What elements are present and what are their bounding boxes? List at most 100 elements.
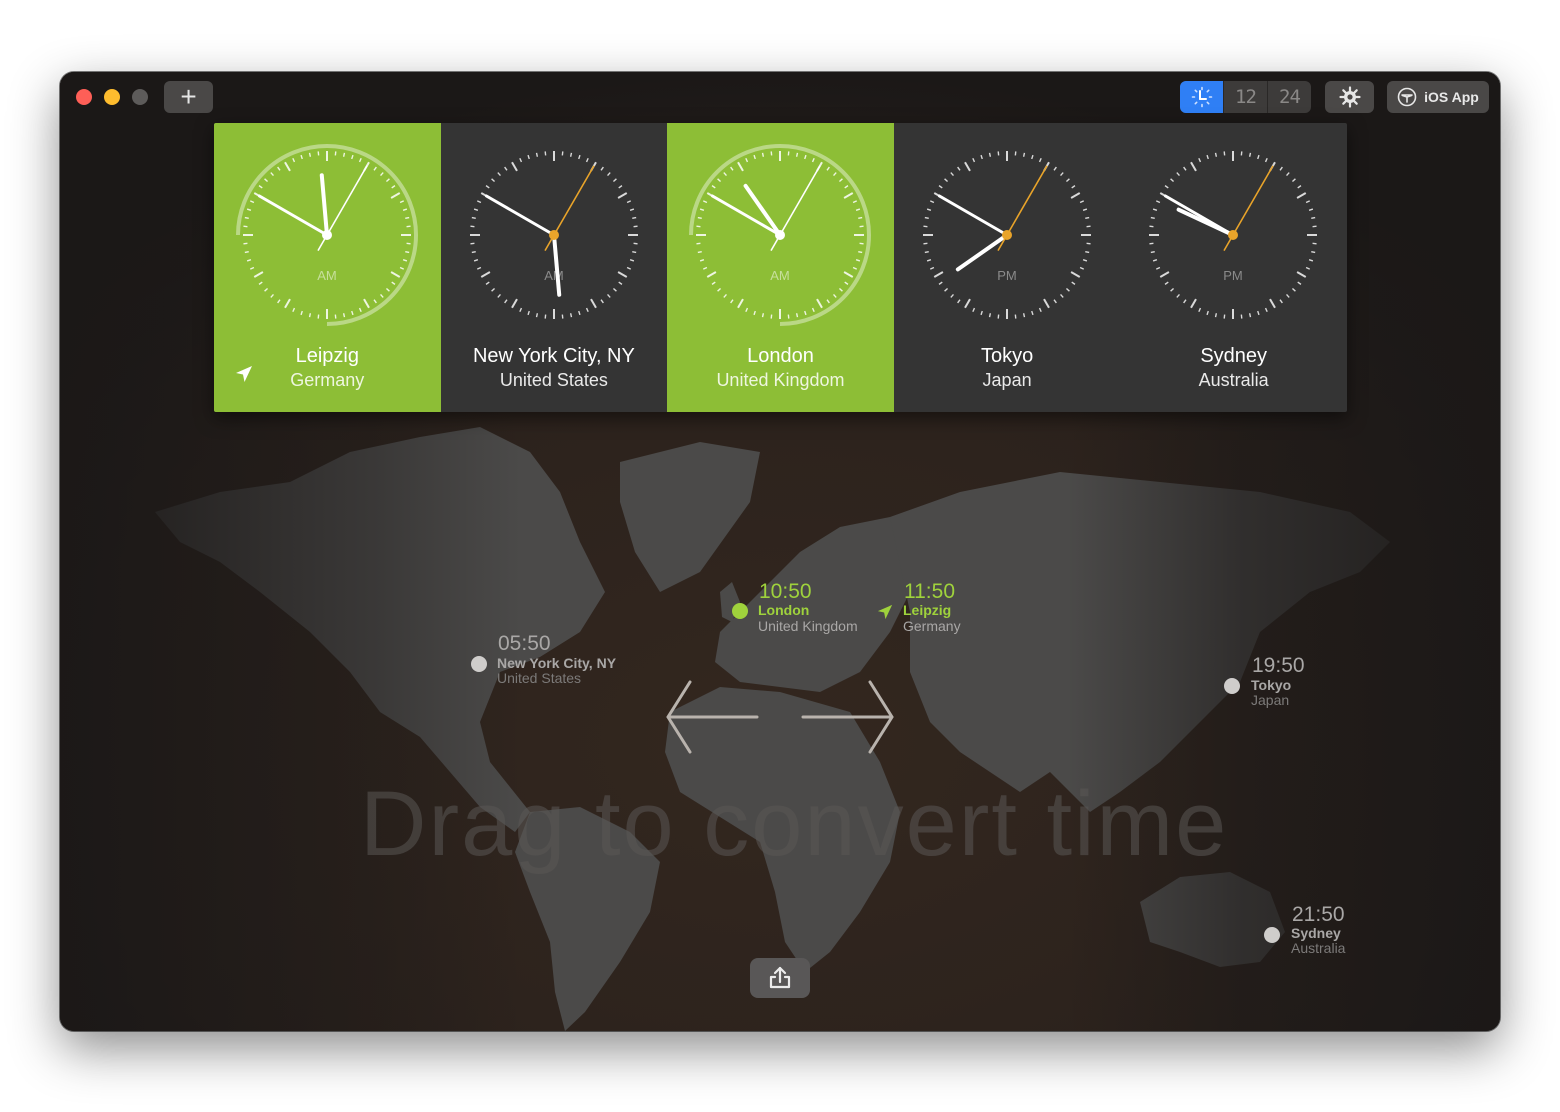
clock-tick [577,310,581,316]
analog-clock: PM [1149,151,1318,319]
clock-tick [950,172,954,177]
clock-tick [926,259,931,262]
share-button[interactable] [750,958,810,998]
marker-time: 21:50 [1292,903,1345,926]
minute-hand [484,194,556,237]
clock-card[interactable]: AM Leipzig Germany [214,123,441,412]
clock-center [548,230,559,240]
clock-country: Australia [1198,370,1269,390]
clock-tick [402,208,408,211]
clock-tick [1079,266,1084,270]
clock-tick [277,166,281,171]
clock-tick [518,157,522,163]
clock-tick [1082,208,1087,211]
clock-tick [585,157,589,163]
clock-tick [1022,152,1025,157]
clock-tick [717,178,722,182]
clock-tick [253,271,264,278]
clock-tick [812,307,815,313]
clock-tick [496,293,501,298]
clock-tick [1269,298,1277,309]
zoom-button[interactable] [132,89,148,105]
clock-tick [246,208,252,211]
clock-tick [629,208,634,211]
clock-tick [342,152,346,157]
marker-country: Australia [1291,940,1346,956]
clock-tick [924,216,929,220]
hour-hand [743,183,783,237]
12-hour-mode-button[interactable]: 12 [1223,81,1267,113]
clock-tick [804,154,807,160]
clock-tick [703,266,708,270]
clock-tick [373,299,377,304]
analog-mode-button[interactable] [1180,81,1223,113]
clock-tick [1279,299,1284,304]
am-pm-label: AM [544,268,564,283]
clock-tick [526,154,530,160]
clock-tick [264,178,269,182]
close-button[interactable] [76,89,92,105]
clock-tick [1257,154,1260,160]
clock-tick [1190,298,1198,309]
clock-city: London [747,345,814,367]
clock-tick [569,313,572,318]
clock-city: Tokyo [980,345,1034,367]
drag-arrows[interactable] [660,677,900,767]
clock-tick [1296,192,1307,199]
clock-card[interactable]: AM New York City, NY United States [441,123,668,412]
clock-tick [510,161,518,172]
clock-tick [606,172,611,177]
clock-card[interactable]: PM Tokyo Japan [894,123,1121,412]
minute-hand [711,194,782,237]
clock-tick [980,154,983,160]
clock-tick [1038,157,1042,163]
clock-tick [1311,250,1316,254]
clock-card[interactable]: AM London United Kingdom [667,123,894,412]
clock-tick [284,298,291,309]
clock-tick [390,271,401,278]
clock-city: Leipzig [214,345,441,382]
clock-tick [1038,307,1042,313]
clock-tick [476,200,481,204]
am-pm-label: AM [317,268,337,283]
am-pm-label: PM [1224,268,1244,283]
clock-tick [473,259,478,262]
clock-tick [300,310,303,316]
clock-tick [308,152,312,157]
minimize-button[interactable] [104,89,120,105]
clock-center [775,230,786,240]
clock-tick [1151,216,1156,220]
clock-tick [485,185,490,189]
clock-tick [711,281,716,285]
clock-tick [308,313,312,318]
clock-tick [1170,288,1175,292]
clock-tick [745,307,749,313]
marker-dot [1264,927,1280,943]
ios-app-label: iOS App [1424,89,1479,105]
clock-center [1228,230,1239,240]
ios-app-button[interactable]: iOS App [1387,81,1489,113]
clock-tick [762,152,765,157]
clock-tick [1053,166,1057,171]
marker-city: Sydney [1291,925,1341,941]
add-city-button[interactable]: + [164,81,213,113]
clock-tick [1297,281,1302,285]
24-hour-mode-button[interactable]: 24 [1267,81,1311,113]
app-window: + 12 24 iOS App AM Leipzig Germany AM Ne… [60,72,1500,1031]
clock-tick [833,293,837,298]
marker-time: 11:50 [904,580,955,603]
clock-tick [730,299,734,304]
clock-tick [1183,166,1187,171]
clock-tick [1070,192,1081,199]
clock-tick [971,307,975,313]
clock-tick [471,250,476,254]
clock-tick [535,152,538,157]
clock-country: Japan [982,370,1032,390]
clock-tick [1215,152,1218,157]
clock-tick [753,154,757,160]
clock-mode-segmented-control: 12 24 [1180,81,1311,113]
clock-tick [585,307,589,313]
clock-tick [730,166,734,171]
clock-card[interactable]: PM Sydney Australia [1120,123,1347,412]
settings-button[interactable] [1325,81,1374,113]
